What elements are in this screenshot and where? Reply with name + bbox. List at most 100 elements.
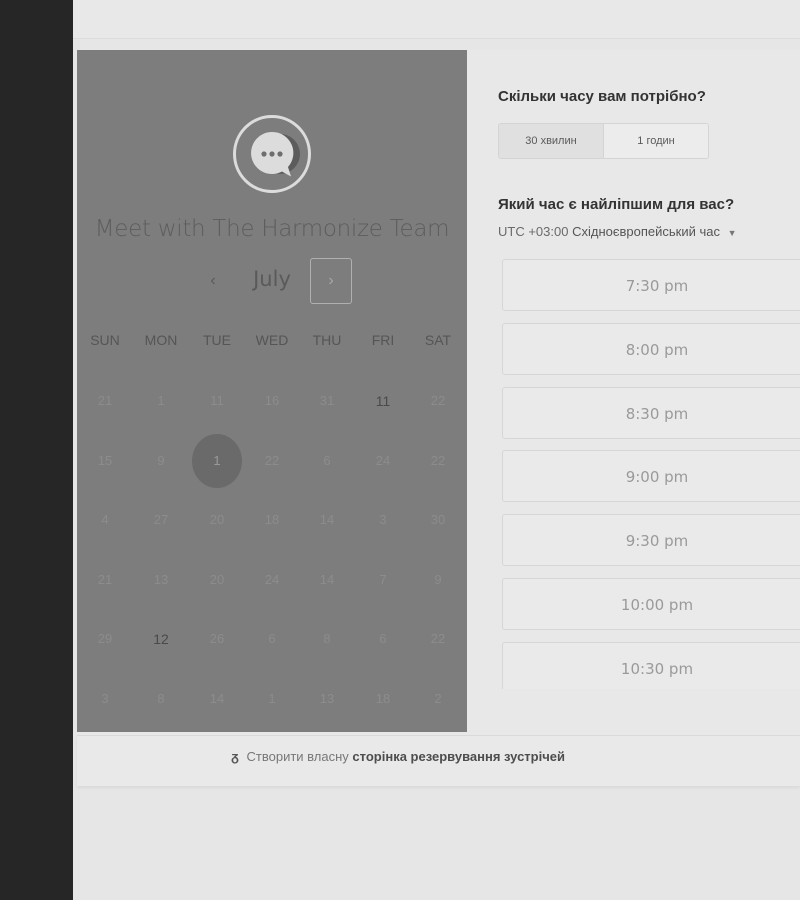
day-number: 1 xyxy=(157,393,165,408)
calendar-day-cell: 3 xyxy=(355,493,411,547)
day-of-week-label: THU xyxy=(312,332,342,348)
day-number: 1 xyxy=(268,690,276,706)
day-number: 24 xyxy=(375,452,391,468)
calendar-day-cell: 31 xyxy=(299,374,355,428)
next-month-button[interactable]: › xyxy=(310,258,352,304)
day-of-week-label: WED xyxy=(255,332,289,348)
calendar-day-cell: 13 xyxy=(133,553,189,607)
calendar-day-cell: 29 xyxy=(77,612,133,666)
calendar-day-cell: 15 xyxy=(77,434,133,488)
calendar-week-row: 29 12 26 6 8 6 22 xyxy=(77,612,467,672)
day-number: 14 xyxy=(209,690,225,706)
day-number: 9 xyxy=(157,452,165,468)
duration-option-button[interactable]: 30 хвилин xyxy=(499,124,604,158)
time-slot-button[interactable]: 10:30 pm xyxy=(502,642,800,689)
time-slot-button[interactable]: 7:30 pm xyxy=(502,259,800,311)
calendar-day-cell[interactable]: 12 xyxy=(133,612,189,666)
day-number: 2 xyxy=(434,690,442,706)
day-of-week-label: SUN xyxy=(90,332,120,348)
selected-day-cell[interactable]: 1 xyxy=(189,433,245,488)
calendar-day-cell: 14 xyxy=(299,493,355,547)
calendar-day-cell: 22 xyxy=(244,434,300,488)
day-number: 18 xyxy=(375,690,391,706)
calendar-grid: SUN MON TUE WED THU FRI SAT 21 1 11 16 31 11 22 15 9 1 2… xyxy=(77,332,467,706)
timezone-selector[interactable]: UTC +03:00 Східноєвропейський час ▼ xyxy=(498,224,737,239)
day-number: 20 xyxy=(209,571,225,587)
calendar-day-cell: 8 xyxy=(299,612,355,666)
calendar-day-cell: 22 xyxy=(410,434,466,488)
day-number: 12 xyxy=(153,631,169,647)
footer-link[interactable]: ᵹ Створити власну сторінка резервування … xyxy=(77,749,719,764)
calendar-day-cell: 20 xyxy=(189,493,245,547)
calendar-day-cell: 8 xyxy=(133,672,189,726)
day-number: 16 xyxy=(264,393,280,408)
calendar-day-cell: 6 xyxy=(244,612,300,666)
day-number: 20 xyxy=(209,512,225,527)
duration-selector: 30 хвилин 1 годин xyxy=(498,123,709,159)
calendar-day-cell: 11 xyxy=(189,374,245,428)
day-number: 11 xyxy=(375,393,391,409)
previous-month-button[interactable]: ‹ xyxy=(201,268,225,294)
calendar-day-cell[interactable]: 11 xyxy=(355,374,411,428)
calendar-week-row: 15 9 1 22 6 24 22 xyxy=(77,433,467,494)
calendar-day-cell: 21 xyxy=(77,374,133,428)
calendar-day-cell: 24 xyxy=(244,553,300,607)
day-number: 8 xyxy=(323,631,331,646)
footer-link-text: сторінка резервування зустрічей xyxy=(352,749,565,764)
calendar-day-cell: 27 xyxy=(133,493,189,547)
day-number: 21 xyxy=(97,393,113,408)
day-of-week-label: SAT xyxy=(424,332,452,348)
day-number: 7 xyxy=(379,571,387,587)
day-number: 22 xyxy=(264,452,280,468)
calendar-week-row: 21 1 11 16 31 11 22 xyxy=(77,374,467,434)
calendar-day-cell: 22 xyxy=(410,374,466,428)
calendar-day-cell: 16 xyxy=(244,374,300,428)
day-number: 14 xyxy=(319,571,335,587)
day-number: 26 xyxy=(209,631,225,646)
day-number: 31 xyxy=(319,393,335,408)
calendar-day-cell: 30 xyxy=(410,493,466,547)
calendar-day-cell: 1 xyxy=(244,672,300,726)
day-number: 13 xyxy=(319,690,335,706)
duration-option-button[interactable]: 1 годин xyxy=(604,124,708,158)
day-of-week-header: SUN MON TUE WED THU FRI SAT xyxy=(77,332,467,352)
calendar-day-cell: 9 xyxy=(133,434,189,488)
day-number: 1 xyxy=(213,452,221,468)
day-number: 3 xyxy=(101,690,109,706)
calendar-day-cell: 18 xyxy=(244,493,300,547)
calendar-day-cell: 14 xyxy=(189,672,245,726)
day-number: 30 xyxy=(430,512,446,527)
month-label: July xyxy=(253,267,291,291)
calendar-title: Meet with The Harmonize Team xyxy=(94,216,450,242)
footer-prefix: Створити власну xyxy=(246,749,349,764)
time-slot-button[interactable]: 10:00 pm xyxy=(502,578,800,630)
time-slot-button[interactable]: 9:30 pm xyxy=(502,514,800,566)
day-number: 11 xyxy=(210,393,224,408)
day-number: 22 xyxy=(430,631,446,646)
chat-bubble-icon xyxy=(251,131,300,177)
calendar-day-cell: 2 xyxy=(410,672,466,726)
timezone-offset: UTC +03:00 xyxy=(498,224,569,239)
time-slot-button[interactable]: 8:30 pm xyxy=(502,387,800,439)
calendar-week-row: 3 8 14 1 13 18 2 xyxy=(77,672,467,732)
day-number: 6 xyxy=(379,631,387,646)
day-number: 9 xyxy=(434,571,442,587)
calendar-week-row: 4 27 20 18 14 3 30 xyxy=(77,493,467,553)
time-slot-button[interactable]: 8:00 pm xyxy=(502,323,800,375)
calendar-day-cell: 13 xyxy=(299,672,355,726)
day-number: 22 xyxy=(430,452,446,468)
day-of-week-label: FRI xyxy=(371,332,395,348)
day-number: 6 xyxy=(323,452,331,468)
calendar-week-row: 21 13 20 24 14 7 9 xyxy=(77,553,467,613)
calendar-day-cell: 22 xyxy=(410,612,466,666)
calendar-day-cell: 21 xyxy=(77,553,133,607)
day-number: 15 xyxy=(97,452,113,468)
day-number: 21 xyxy=(97,571,113,587)
calendar-day-cell: 24 xyxy=(355,434,411,488)
timezone-name: Східноєвропейський час xyxy=(572,224,720,239)
calendar-day-cell: 6 xyxy=(355,612,411,666)
time-slot-button[interactable]: 9:00 pm xyxy=(502,450,800,502)
day-number: 29 xyxy=(97,631,113,646)
calendar-day-cell: 20 xyxy=(189,553,245,607)
day-number: 18 xyxy=(264,512,280,527)
